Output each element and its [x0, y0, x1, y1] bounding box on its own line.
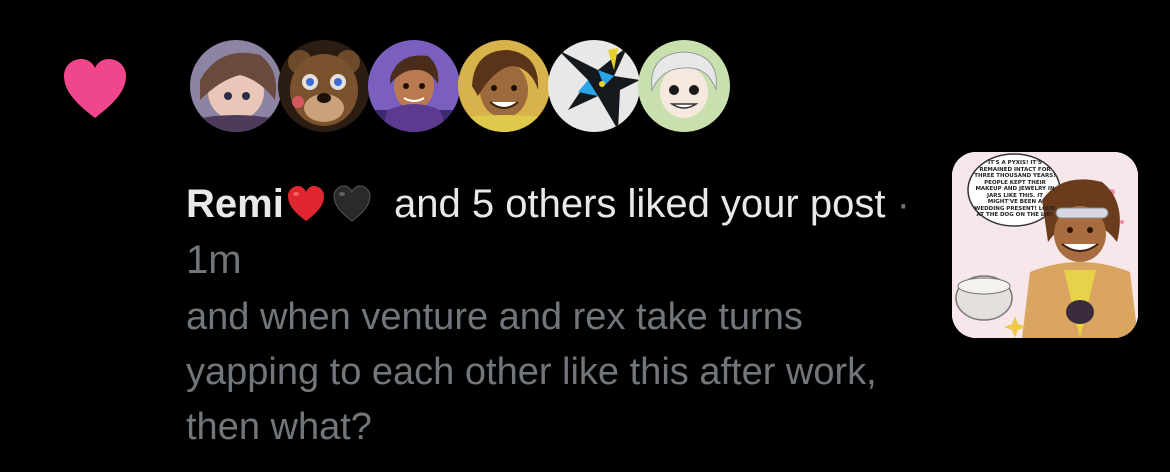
red-heart-emoji: [287, 186, 324, 221]
thumbnail-speech-bubble-text: It's a pyxis! It's remained intact for t…: [974, 160, 1056, 218]
avatar[interactable]: [638, 40, 730, 132]
avatar[interactable]: [548, 40, 640, 132]
meta-separator: ·: [896, 182, 910, 226]
avatar[interactable]: [190, 40, 282, 132]
post-preview-text[interactable]: and when venture and rex take turns yapp…: [186, 290, 926, 455]
heart-icon: [64, 59, 126, 118]
avatar[interactable]: [458, 40, 550, 132]
like-notification[interactable]: Remi and 5 others liked your post · 1m a…: [0, 0, 1170, 472]
avatar[interactable]: [278, 40, 370, 132]
notification-text[interactable]: Remi and 5 others liked your post · 1m a…: [186, 176, 926, 455]
notification-headline: Remi and 5 others liked your post · 1m: [186, 176, 926, 288]
username[interactable]: Remi: [186, 182, 284, 226]
black-heart-emoji: [333, 185, 371, 222]
avatar[interactable]: [368, 40, 460, 132]
action-text: and 5 others liked your post: [394, 182, 886, 226]
timestamp: 1m: [186, 238, 242, 282]
post-thumbnail[interactable]: It's a pyxis! It's remained intact for t…: [952, 152, 1138, 338]
